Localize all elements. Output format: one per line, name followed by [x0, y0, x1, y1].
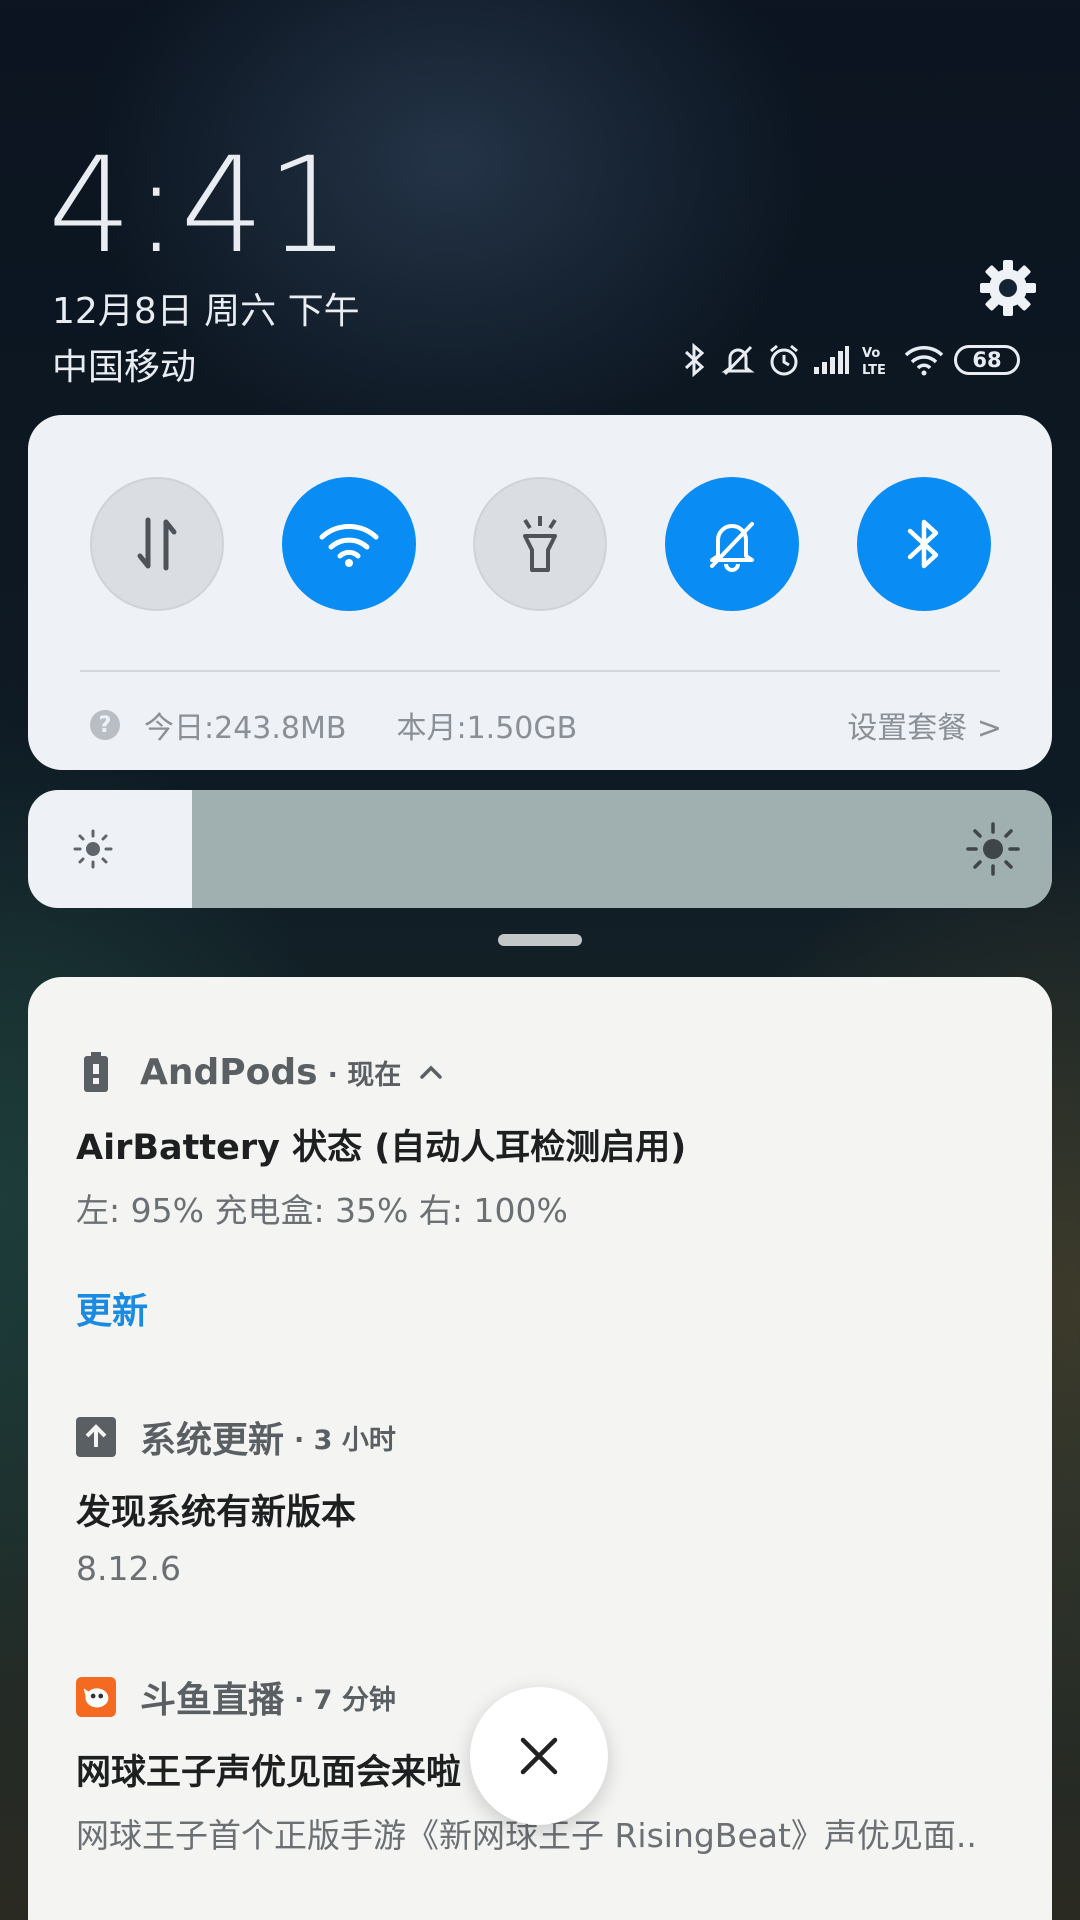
bluetooth-icon [907, 519, 939, 569]
close-icon [520, 1737, 558, 1775]
notification-time: · 3 小时 [294, 1424, 396, 1456]
bluetooth-icon [684, 342, 705, 378]
app-name: AndPods [140, 1051, 318, 1093]
signal-icon [814, 346, 849, 374]
flashlight-icon [523, 516, 557, 572]
set-plan-link[interactable]: 设置套餐 > [847, 703, 1002, 747]
notification-text: 8.12.6 [76, 1549, 181, 1588]
notification-title: AirBattery 状态 (自动人耳检测启用) [76, 1128, 687, 1168]
wifi-icon [319, 524, 379, 567]
battery-app-icon [76, 1052, 116, 1092]
tile-silent[interactable] [665, 477, 799, 611]
brightness-high-icon [966, 822, 1020, 876]
notification-header: 系统更新 · 3 小时 [76, 1412, 1012, 1462]
status-bar-icons: Vo LTE 68 [680, 340, 1020, 380]
notification-title: 发现系统有新版本 [76, 1493, 357, 1533]
clock-time: 4:41 [48, 129, 353, 283]
tile-wifi[interactable] [282, 477, 416, 611]
mute-icon [721, 345, 755, 376]
battery-icon: 68 [954, 345, 1020, 375]
battery-level: 68 [972, 348, 1002, 372]
tile-bluetooth[interactable] [857, 477, 991, 611]
brightness-low-icon [73, 829, 113, 869]
notification-header: AndPods · 现在 [76, 1047, 1012, 1097]
gear-icon[interactable] [978, 258, 1038, 318]
brightness-slider[interactable] [28, 790, 1052, 908]
wifi-icon [904, 346, 944, 376]
data-month-label: 本月:1.50GB [396, 711, 578, 746]
douyu-app-icon [76, 1677, 116, 1717]
quick-settings-panel: ? 今日:243.8MB 本月:1.50GB 设置套餐 > [28, 415, 1052, 770]
notification-system-update[interactable]: 系统更新 · 3 小时 发现系统有新版本 8.12.6 [76, 1412, 1012, 1588]
update-action-button[interactable]: 更新 [76, 1282, 1012, 1334]
divider [80, 670, 1000, 672]
alarm-icon [770, 344, 798, 376]
brightness-track [192, 790, 1052, 908]
data-arrows-icon [137, 517, 177, 571]
drag-handle[interactable] [498, 934, 582, 946]
carrier-label: 中国移动 [52, 347, 197, 388]
notification-time: · 现在 [327, 1059, 402, 1091]
dismiss-all-button[interactable] [470, 1687, 608, 1825]
svg-text:Vo: Vo [862, 346, 880, 361]
tile-mobile-data[interactable] [90, 477, 224, 611]
notification-andpods[interactable]: AndPods · 现在 AirBattery 状态 (自动人耳检测启用) 左:… [76, 1047, 1012, 1334]
data-today-label: 今日:243.8MB [144, 711, 347, 746]
notification-text: 左: 95% 充电盒: 35% 右: 100% [76, 1191, 568, 1230]
volte-icon: Vo LTE [862, 346, 886, 377]
app-name: 系统更新 [140, 1420, 285, 1461]
notification-time: · 7 分钟 [294, 1684, 396, 1716]
system-update-icon [76, 1417, 116, 1457]
date-label: 12月8日 周六 下午 [52, 291, 360, 332]
svg-text:LTE: LTE [862, 363, 886, 377]
chevron-up-icon[interactable] [419, 1064, 443, 1080]
help-icon[interactable]: ? [90, 710, 120, 740]
data-usage-row: ? 今日:243.8MB 本月:1.50GB 设置套餐 > [90, 700, 1002, 750]
tile-flashlight[interactable] [473, 477, 607, 611]
bell-off-icon [710, 522, 754, 572]
app-name: 斗鱼直播 [140, 1680, 285, 1721]
